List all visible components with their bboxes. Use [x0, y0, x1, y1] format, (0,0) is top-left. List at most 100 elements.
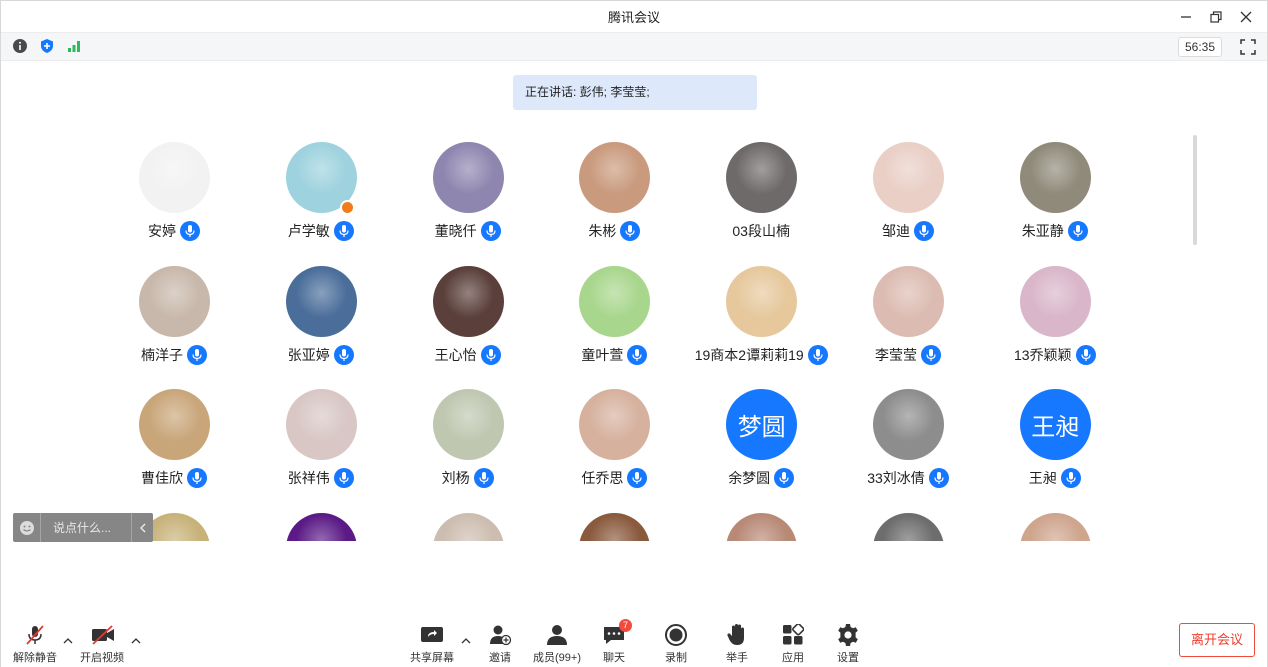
hand-icon [725, 623, 749, 647]
audio-options-button[interactable] [63, 633, 73, 644]
chat-unread-badge: 7 [619, 619, 632, 632]
participant-tile[interactable]: 楠洋子 [101, 253, 247, 376]
mic-active-icon [1060, 468, 1081, 488]
avatar [579, 142, 651, 213]
share-screen-icon [420, 623, 444, 647]
record-label: 录制 [665, 652, 687, 664]
participant-tile[interactable] [395, 500, 541, 541]
participant-tile[interactable]: 曹佳欣 [101, 376, 247, 499]
participant-name-row: 卢学敏 [248, 220, 394, 242]
members-label: 成员(99+) [533, 652, 581, 664]
collapse-chat-button[interactable] [131, 513, 153, 542]
avatar [285, 512, 357, 541]
chat-label: 聊天 [603, 652, 625, 664]
mic-muted-icon [23, 623, 47, 647]
unmute-button[interactable]: 解除静音 [7, 623, 63, 665]
participant-tile[interactable]: 19商本2谭莉莉19 [688, 253, 834, 376]
participant-name-row: 张亚婷 [248, 344, 394, 366]
leave-meeting-button[interactable]: 离开会议 [1179, 623, 1255, 657]
participant-name-row: 13乔颖颖 [982, 344, 1128, 366]
fullscreen-button[interactable] [1239, 38, 1257, 56]
participant-tile[interactable]: 董晓仟 [395, 129, 541, 252]
participant-tile[interactable]: 33刘冰倩 [835, 376, 981, 499]
start-video-button[interactable]: 开启视频 [74, 623, 130, 665]
chat-input-placeholder[interactable]: 说点什么... [41, 519, 131, 536]
mic-active-icon [620, 221, 641, 241]
participant-tile[interactable]: 13乔颖颖 [982, 253, 1128, 376]
participant-name-row: 安婷 [101, 220, 247, 242]
avatar [139, 142, 210, 213]
emoji-icon [19, 520, 34, 535]
participant-name: 刘杨 [441, 470, 470, 486]
minimize-icon [1181, 15, 1191, 18]
participant-name-row: 朱亚静 [982, 220, 1128, 242]
record-button[interactable]: 录制 [648, 623, 704, 665]
participant-tile[interactable] [688, 500, 834, 541]
active-speaker-banner: 正在讲话: 彭伟; 李莹莹; [513, 75, 757, 110]
members-button[interactable]: 成员(99+) [529, 623, 585, 665]
participant-tile[interactable] [541, 500, 687, 541]
participant-tile[interactable]: 李莹莹 [835, 253, 981, 376]
participant-tile[interactable]: 张亚婷 [248, 253, 394, 376]
mic-active-icon [1067, 221, 1088, 241]
participant-name: 03段山楠 [732, 223, 790, 239]
participant-tile[interactable]: 梦圆 余梦圆 [688, 376, 834, 499]
avatar [432, 265, 504, 337]
participant-tile[interactable]: 03段山楠 [688, 129, 834, 252]
participant-tile[interactable]: 张祥伟 [248, 376, 394, 499]
invite-button[interactable]: 邀请 [472, 623, 528, 665]
participant-tile[interactable]: 童叶萱 [541, 253, 687, 376]
mic-active-icon [333, 468, 354, 488]
participant-name: 童叶萱 [581, 346, 624, 363]
participant-tile[interactable] [835, 500, 981, 541]
avatar [726, 142, 798, 213]
emoji-button[interactable] [13, 513, 41, 542]
chat-quick-input[interactable]: 说点什么... [13, 513, 153, 542]
share-options-button[interactable] [461, 633, 471, 644]
raise-hand-button[interactable]: 举手 [709, 623, 765, 665]
restore-button[interactable] [1201, 1, 1231, 32]
avatar [432, 512, 504, 541]
restore-icon [1210, 10, 1222, 23]
mic-active-icon [914, 221, 934, 241]
apps-button[interactable]: 应用 [765, 623, 821, 665]
grid-scrollbar[interactable] [1193, 135, 1197, 245]
avatar [139, 389, 210, 460]
participant-name-row: 03段山楠 [688, 220, 834, 242]
participant-tile[interactable]: 任乔思 [541, 376, 687, 499]
participant-name: 33刘冰倩 [867, 470, 925, 486]
minimize-button[interactable] [1171, 1, 1201, 32]
meeting-info-button[interactable] [11, 37, 29, 55]
participant-tile[interactable]: 邹迪 [835, 129, 981, 252]
participant-tile[interactable] [982, 500, 1128, 541]
participant-tile[interactable]: 朱亚静 [982, 129, 1128, 252]
network-status-button[interactable] [65, 37, 83, 55]
mic-active-icon [807, 344, 828, 365]
mic-active-icon [928, 468, 949, 488]
mic-active-icon [1075, 344, 1096, 365]
participant-tile[interactable]: 安婷 [101, 129, 247, 252]
participant-name: 朱亚静 [1021, 223, 1064, 239]
participant-grid: 安婷 卢学敏 董晓仟 朱彬 03段山楠 邹迪 朱亚静楠洋子 张亚婷 王心怡 童叶萱 19商本2谭莉莉… [1, 129, 1268, 541]
participant-tile[interactable]: 卢学敏 [248, 129, 394, 252]
participant-name: 王心怡 [434, 346, 477, 363]
invite-label: 邀请 [489, 652, 511, 664]
participant-tile[interactable]: 王心怡 [395, 253, 541, 376]
close-button[interactable] [1231, 1, 1261, 32]
security-button[interactable] [38, 37, 56, 55]
chevron-up-icon [63, 638, 73, 644]
participant-name-row: 余梦圆 [688, 467, 834, 489]
avatar [726, 512, 798, 541]
title-bar: 腾讯会议 [1, 1, 1267, 32]
participant-tile[interactable]: 王昶 王昶 [982, 376, 1128, 499]
video-options-button[interactable] [131, 633, 141, 644]
chat-button[interactable]: 7 聊天 [586, 619, 642, 665]
participant-tile[interactable]: 朱彬 [541, 129, 687, 252]
apps-label: 应用 [782, 652, 804, 664]
avatar [579, 389, 651, 460]
settings-button[interactable]: 设置 [820, 623, 876, 665]
avatar [432, 142, 504, 213]
participant-tile[interactable]: 刘杨 [395, 376, 541, 499]
participant-tile[interactable] [248, 500, 394, 541]
share-screen-button[interactable]: 共享屏幕 [404, 623, 460, 665]
